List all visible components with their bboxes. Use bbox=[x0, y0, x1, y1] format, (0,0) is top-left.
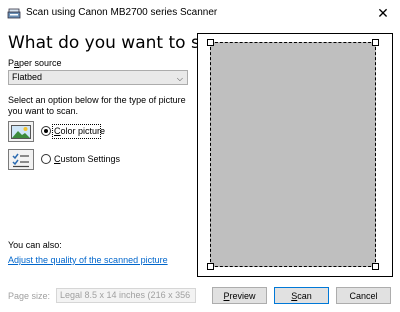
paper-source-dropdown[interactable]: Flatbed ⌵ bbox=[8, 70, 188, 85]
paper-source-label: Paper source bbox=[8, 58, 62, 68]
page-size-label: Page size: bbox=[8, 291, 51, 301]
color-picture-label[interactable]: Color picture bbox=[54, 126, 105, 136]
close-icon: ✕ bbox=[377, 4, 389, 21]
custom-settings-radio[interactable] bbox=[41, 154, 51, 164]
page-size-dropdown[interactable]: Legal 8.5 x 14 inches (216 x 356 bbox=[56, 288, 196, 303]
scan-area[interactable] bbox=[210, 42, 376, 267]
title-bar: Scan using Canon MB2700 series Scanner ✕ bbox=[0, 0, 400, 26]
close-button[interactable]: ✕ bbox=[366, 0, 400, 26]
custom-settings-icon[interactable] bbox=[8, 149, 34, 170]
scan-button[interactable]: Scan bbox=[274, 287, 329, 304]
color-picture-radio[interactable] bbox=[41, 126, 51, 136]
scanner-app-icon bbox=[7, 8, 21, 19]
adjust-quality-link[interactable]: Adjust the quality of the scanned pictur… bbox=[8, 255, 168, 265]
color-picture-icon[interactable] bbox=[8, 121, 34, 142]
preview-button[interactable]: Preview bbox=[212, 287, 267, 304]
crop-handle-bottom-right[interactable] bbox=[372, 263, 379, 270]
custom-settings-label[interactable]: Custom Settings bbox=[54, 154, 120, 164]
cancel-button[interactable]: Cancel bbox=[336, 287, 391, 304]
instructions-text: Select an option below for the type of p… bbox=[8, 95, 186, 116]
you-can-also-label: You can also: bbox=[8, 240, 62, 250]
landscape-picture-icon bbox=[11, 124, 31, 139]
window-title: Scan using Canon MB2700 series Scanner bbox=[26, 7, 218, 18]
radio-selected-dot bbox=[44, 129, 48, 133]
crop-handle-top-left[interactable] bbox=[207, 39, 214, 46]
crop-handle-bottom-left[interactable] bbox=[207, 263, 214, 270]
settings-checklist-icon bbox=[12, 153, 29, 167]
paper-source-value: Flatbed bbox=[12, 72, 43, 82]
crop-handle-top-right[interactable] bbox=[372, 39, 379, 46]
chevron-down-icon: ⌵ bbox=[176, 74, 183, 83]
